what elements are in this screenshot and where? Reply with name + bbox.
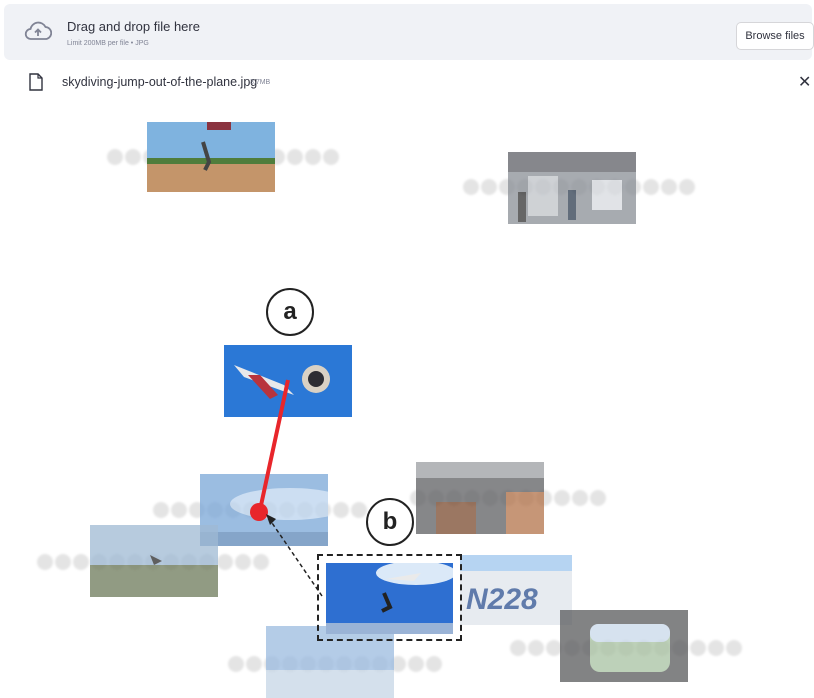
- label-a: a: [266, 288, 314, 336]
- annotation-overlay: [250, 379, 323, 597]
- label-b: b: [366, 498, 414, 546]
